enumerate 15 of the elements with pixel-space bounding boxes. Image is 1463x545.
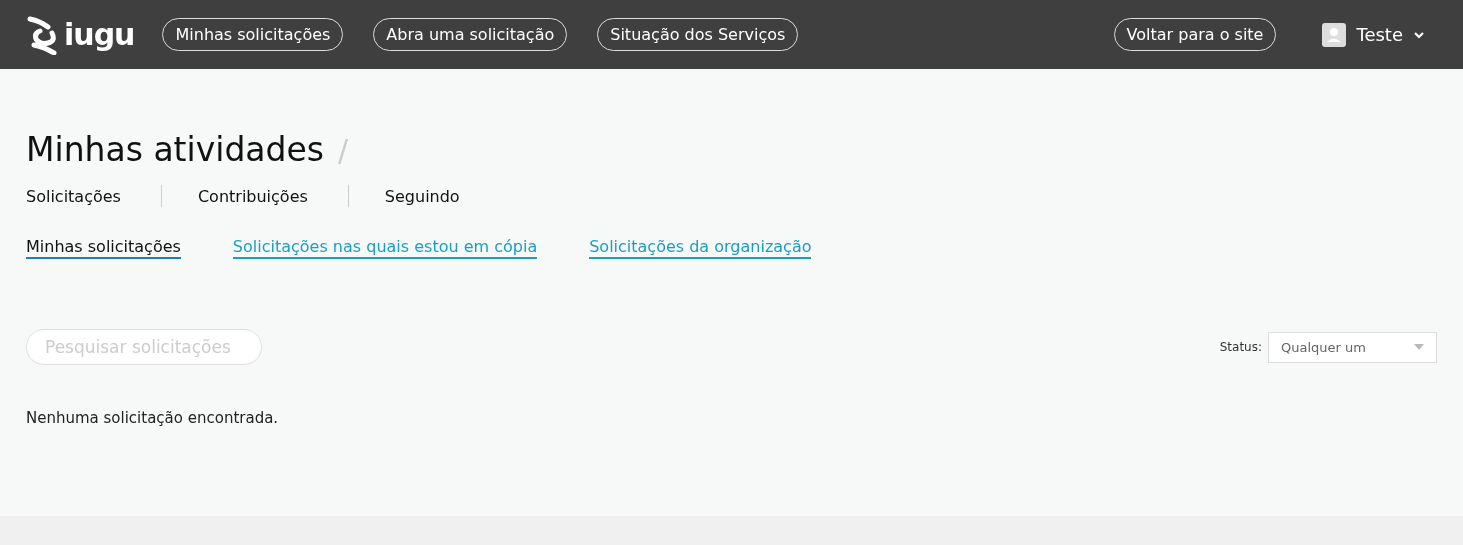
logo-text[interactable]: iugu [64, 17, 135, 52]
tab[interactable]: Solicitações [26, 186, 121, 206]
empty-message: Nenhuma solicitação encontrada. [26, 409, 280, 427]
logo-icon [26, 14, 60, 55]
dropdown-arrow-icon [1414, 344, 1424, 350]
tab[interactable]: Contribuições [197, 186, 308, 206]
tab[interactable]: Seguindo [384, 186, 460, 206]
avatar-icon [1322, 22, 1347, 47]
breadcrumb-separator: / [338, 133, 349, 168]
subtab[interactable]: Minhas solicitações [26, 237, 181, 259]
status-dropdown[interactable]: Qualquer um [1268, 331, 1437, 363]
user-menu[interactable]: Teste [1322, 22, 1425, 47]
caret-icon [1413, 30, 1425, 39]
page-title: Minhas atividades [26, 130, 324, 169]
status-label: Status: [1219, 340, 1262, 354]
